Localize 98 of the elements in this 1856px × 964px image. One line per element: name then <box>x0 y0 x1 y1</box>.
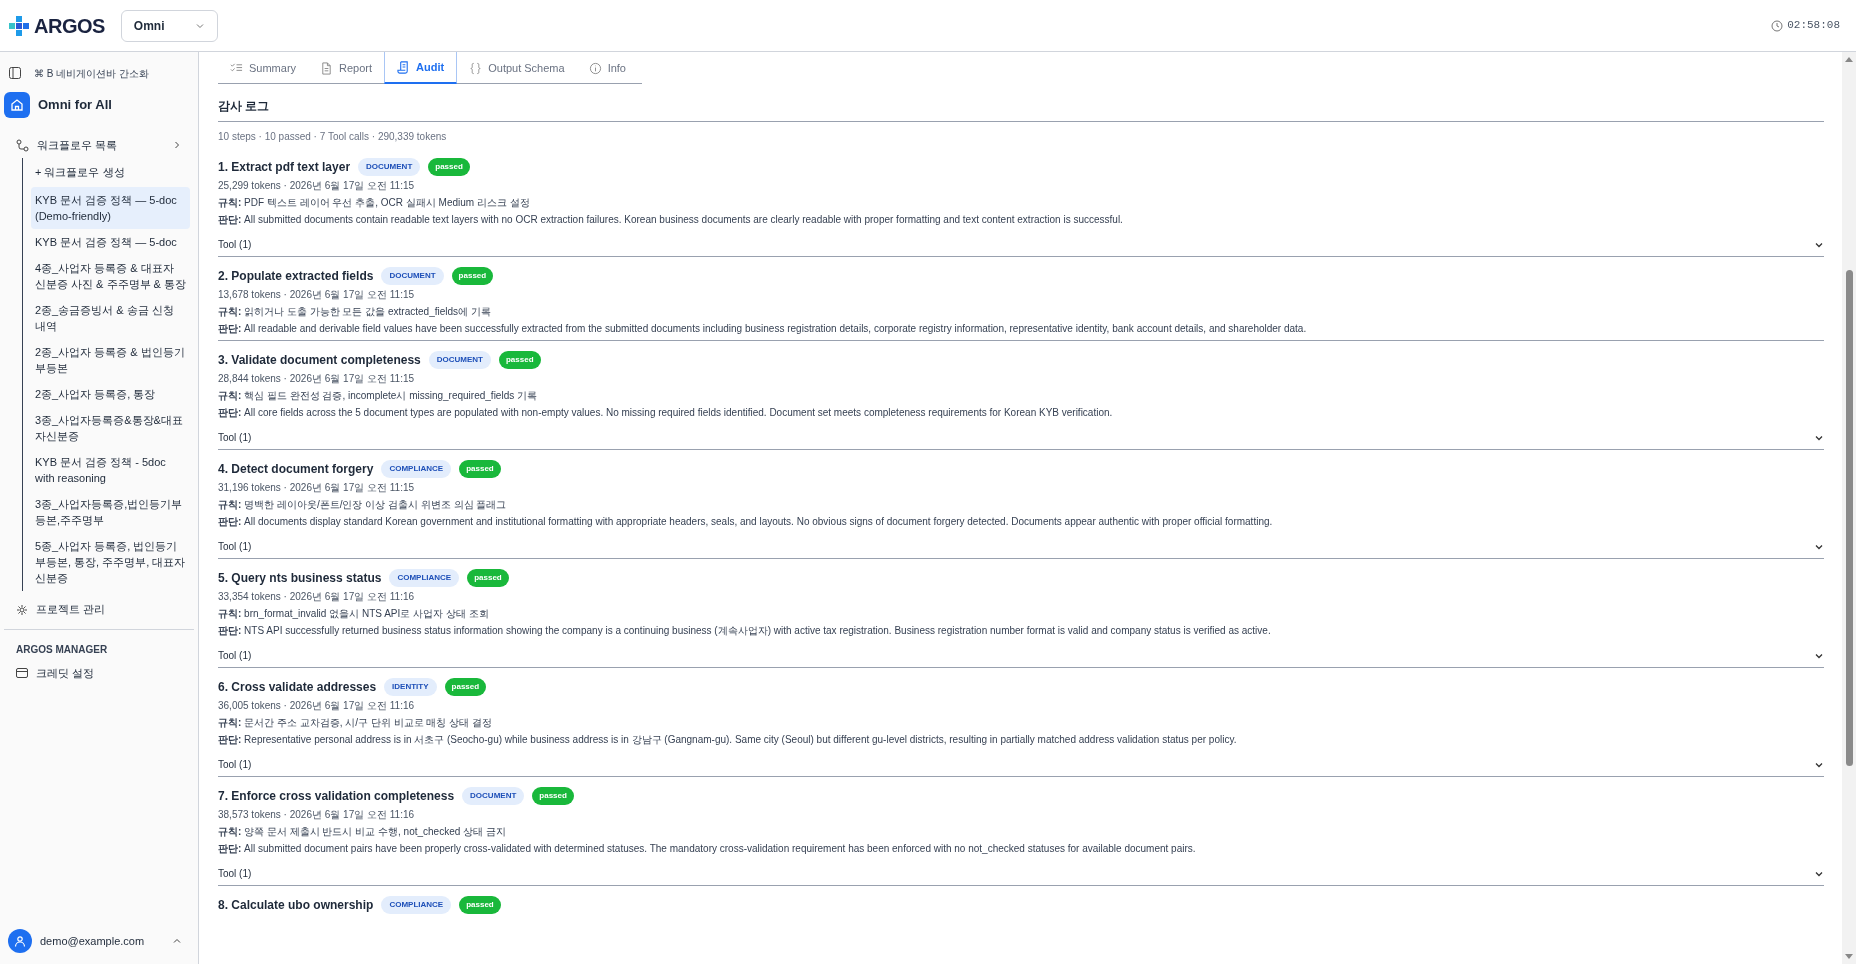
project-select[interactable]: Omni <box>120 9 218 42</box>
category-badge: DOCUMENT <box>428 351 491 369</box>
category-badge: COMPLIANCE <box>389 569 460 587</box>
user-email: demo@example.com <box>40 933 145 949</box>
judgment-text: 판단: All documents display standard Korean government and institutional formatting with appropriate headers, seals, and layouts. No obvious signs of document forgery detected. Documents appear authentic with proper official formatting. <box>218 515 1274 528</box>
info-icon <box>588 61 602 75</box>
workflow-item[interactable]: KYB 문서 검증 정책 — 5-doc (Demo-friendly) <box>31 186 190 229</box>
logo-icon <box>8 14 30 37</box>
scroll-down-icon[interactable] <box>1845 954 1853 960</box>
audit-summary: 10 steps · 10 passed · 7 Tool calls · 290,339 tokens <box>218 130 448 144</box>
credit-settings-link[interactable]: 크레딧 설정 <box>36 664 95 681</box>
workflow-item[interactable]: 2종_사업자 등록증 & 법인등기부등본 <box>31 338 190 381</box>
status-badge: passed <box>459 896 501 914</box>
logo-text: ARGOS <box>34 13 105 39</box>
status-badge: passed <box>428 158 470 176</box>
checklist-icon <box>230 61 243 75</box>
step-meta: 38,573 tokens · 2026년 6월 17일 오전 11:16 <box>218 808 416 821</box>
clock-icon <box>1771 19 1784 32</box>
rule-text: 규칙: 핵심 필드 완전성 검증, incomplete시 missing_required_fields 기록 <box>218 389 538 402</box>
workflow-item[interactable]: 2종_송금증빙서 & 송금 신청 내역 <box>31 296 190 339</box>
settings-icon <box>16 603 28 616</box>
workspace-name: Omni for All <box>38 96 112 115</box>
judgment-text: 판단: All submitted documents contain readable text layers with no OCR extraction failures. Korean business documents are clearly readable with proper formatting and text content extraction is successful. <box>218 213 1124 226</box>
tool-toggle[interactable]: Tool (1) <box>218 238 252 251</box>
category-badge: IDENTITY <box>384 678 437 696</box>
home-icon <box>4 92 30 118</box>
step-meta: 31,196 tokens · 2026년 6월 17일 오전 11:15 <box>218 481 416 494</box>
shortcut-hint: ⌘ B 네비게이션바 간소화 <box>34 66 149 81</box>
tab[interactable]: Output Schema <box>457 52 577 84</box>
tool-toggle[interactable]: Tool (1) <box>218 431 252 444</box>
workflow-item[interactable]: 5종_사업자 등록증, 법인등기부등본, 통장, 주주명부, 대표자 신분증 <box>31 532 190 591</box>
scrollbar[interactable] <box>1842 52 1856 964</box>
tab[interactable]: Audit <box>384 52 458 84</box>
status-badge: passed <box>451 267 494 285</box>
judgment-text: 판단: NTS API successfully returned business status information showing the company is a continuing business (계속사업자) with active tax registration. Business registration number format is valid and company status is verified as active. <box>218 624 1272 637</box>
section-heading: ARGOS MANAGER <box>15 642 109 657</box>
workflow-item[interactable]: KYB 문서 검증 정책 — 5-doc <box>31 228 190 255</box>
rule-text: 규칙: PDF 텍스트 레이어 우선 추출, OCR 실패시 Medium 리스크 설정 <box>218 196 531 209</box>
tab[interactable]: Info <box>576 52 638 84</box>
workflow-list-label[interactable]: 워크플로우 목록 <box>37 136 118 154</box>
step-title: 5. Query nts business status <box>218 570 382 586</box>
tool-toggle[interactable]: Tool (1) <box>218 758 252 771</box>
scrollbar-thumb[interactable] <box>1845 270 1853 766</box>
category-badge: DOCUMENT <box>358 158 421 176</box>
status-badge: passed <box>467 569 509 587</box>
judgment-text: 판단: All readable and derivable field values have been successfully extracted from the submitted documents including business registration details, corporate registry information, representative identity, bank account details, and shareholder data. <box>218 322 1308 335</box>
step-meta: 25,299 tokens · 2026년 6월 17일 오전 11:15 <box>218 179 416 192</box>
category-badge: DOCUMENT <box>462 787 525 805</box>
workflow-item[interactable]: 4종_사업자 등록증 & 대표자 신분증 사진 & 주주명부 & 통장 <box>31 254 190 297</box>
step-meta: 13,678 tokens · 2026년 6월 17일 오전 11:15 <box>218 288 416 301</box>
workflow-item[interactable]: KYB 문서 검증 정책 - 5doc with reasoning <box>31 448 190 491</box>
credit-card-icon <box>16 667 28 678</box>
category-badge: COMPLIANCE <box>381 896 452 914</box>
section-title: 감사 로그 <box>218 97 1824 122</box>
document-icon <box>320 61 334 75</box>
braces-icon <box>469 61 483 75</box>
chevron-right-icon[interactable] <box>172 140 182 150</box>
step-title: 6. Cross validate addresses <box>218 679 377 695</box>
sidebar-toggle-icon[interactable] <box>8 66 22 80</box>
step-title: 2. Populate extracted fields <box>218 268 374 284</box>
user-avatar <box>8 929 32 953</box>
step-meta: 28,844 tokens · 2026년 6월 17일 오전 11:15 <box>218 372 416 385</box>
step-meta: 33,354 tokens · 2026년 6월 17일 오전 11:16 <box>218 590 416 603</box>
scroll-icon <box>397 60 411 74</box>
rule-text: 규칙: 양쪽 문서 제출시 반드시 비교 수행, not_checked 상태 금지 <box>218 825 507 838</box>
workflow-item[interactable]: 3종_사업자등록증,법인등기부등본,주주명부 <box>31 490 190 533</box>
judgment-text: 판단: All submitted document pairs have been properly cross-validated with determined statuses. The mandatory cross-validation requirement has been enforced with no not_checked statuses for available document pairs. <box>218 842 1197 855</box>
project-settings-link[interactable]: 프로젝트 관리 <box>36 601 106 618</box>
rule-text: 규칙: 읽히거나 도출 가능한 모든 값을 extracted_fields에 기록 <box>218 305 492 318</box>
rule-text: 규칙: 문서간 주소 교차검증, 시/구 단위 비교로 매칭 상태 결정 <box>218 716 493 729</box>
clock-text: 02:58:08 <box>1787 18 1840 34</box>
status-badge: passed <box>532 787 574 805</box>
status-badge: passed <box>459 460 501 478</box>
workflow-icon <box>16 138 29 152</box>
tool-toggle[interactable]: Tool (1) <box>218 649 252 662</box>
step-title: 1. Extract pdf text layer <box>218 159 351 175</box>
step-title: 4. Detect document forgery <box>218 461 374 477</box>
tab[interactable]: Report <box>308 52 385 84</box>
judgment-text: 판단: All core fields across the 5 document types are populated with non-empty values. No missing required fields identified. Document set meets completeness requirements for Korean KYB verification. <box>218 406 1114 419</box>
status-badge: passed <box>444 678 487 696</box>
step-title: 3. Validate document completeness <box>218 352 421 368</box>
create-workflow-link[interactable]: + 워크플로우 생성 <box>31 158 190 187</box>
rule-text: 규칙: brn_format_invalid 없을시 NTS API로 사업자 상태 조회 <box>218 607 490 620</box>
scroll-up-icon[interactable] <box>1845 56 1853 62</box>
chevron-up-icon[interactable] <box>172 936 182 946</box>
workflow-item[interactable]: 3종_사업자등록증&통장&대표자신분증 <box>31 406 190 449</box>
step-title: 7. Enforce cross validation completeness <box>218 788 455 804</box>
tool-toggle[interactable]: Tool (1) <box>218 540 252 553</box>
tab[interactable]: Summary <box>218 52 309 84</box>
tool-toggle[interactable]: Tool (1) <box>218 867 252 880</box>
rule-text: 규칙: 명백한 레이아웃/폰트/인장 이상 검출시 위변조 의심 플래그 <box>218 498 508 511</box>
status-badge: passed <box>498 351 541 369</box>
category-badge: DOCUMENT <box>381 267 444 285</box>
workflow-item[interactable]: 2종_사업자 등록증, 통장 <box>31 380 190 407</box>
judgment-text: 판단: Representative personal address is in 서초구 (Seocho-gu) while business address is in 강남구 (Gangnam-gu). Same city (Seoul) but different gu-level districts, resulting in partially matched address validation status per policy. <box>218 733 1238 746</box>
step-meta: 36,005 tokens · 2026년 6월 17일 오전 11:16 <box>218 699 416 712</box>
category-badge: COMPLIANCE <box>381 460 452 478</box>
step-title: 8. Calculate ubo ownership <box>218 897 374 913</box>
